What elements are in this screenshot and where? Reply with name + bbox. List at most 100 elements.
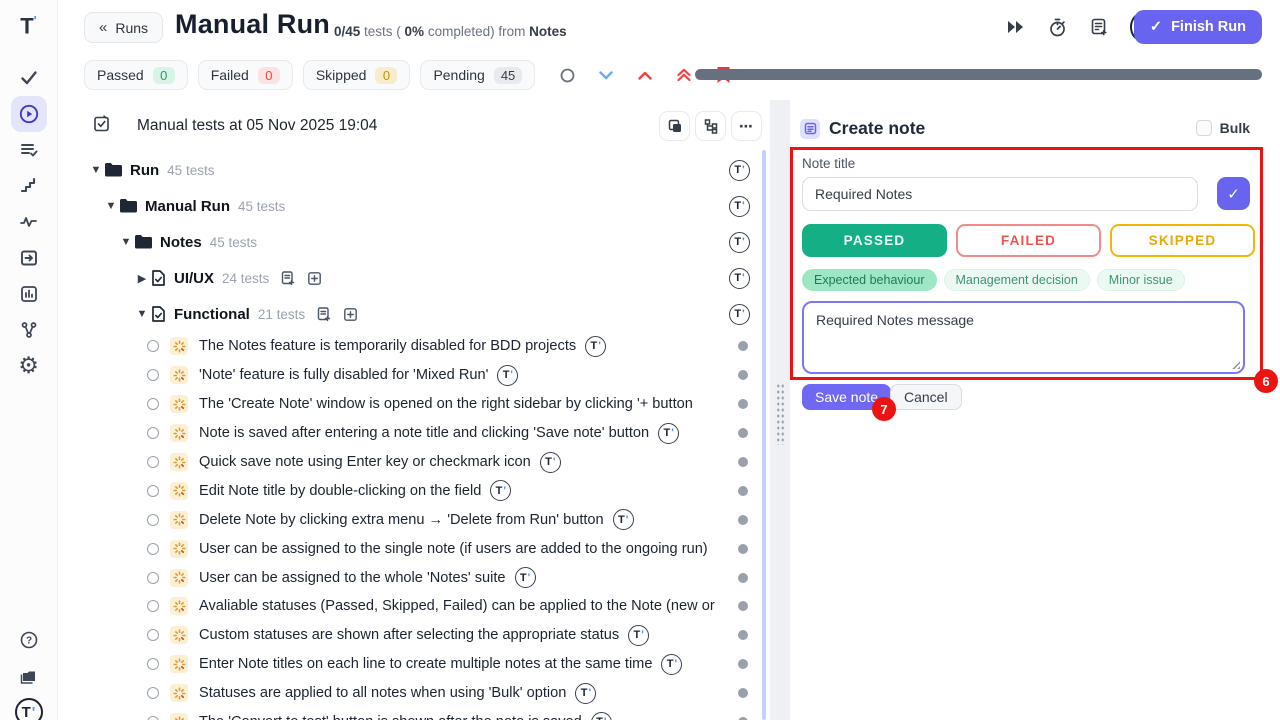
chevron-up-icon[interactable] xyxy=(637,67,653,83)
bulk-toggle[interactable]: Bulk xyxy=(1196,120,1250,136)
chevron-right-icon[interactable]: ▶ xyxy=(134,272,150,285)
filter-failed[interactable]: Failed 0 xyxy=(198,60,293,90)
back-to-runs-button[interactable]: « Runs xyxy=(84,12,163,43)
test-status-radio[interactable] xyxy=(147,572,159,584)
testomat-badge[interactable]: T' xyxy=(515,567,536,588)
test-row[interactable]: Enter Note titles on each line to create… xyxy=(84,650,762,679)
testomat-badge[interactable]: T' xyxy=(628,625,649,646)
tree-folder-run[interactable]: ▼ Run 45 tests T' xyxy=(84,152,762,188)
divider-drag-handle[interactable] xyxy=(776,383,785,445)
test-status-dot[interactable] xyxy=(738,341,748,351)
chevron-down-icon[interactable]: ▼ xyxy=(88,164,104,176)
help-icon[interactable]: ? xyxy=(11,622,47,658)
test-status-dot[interactable] xyxy=(738,630,748,640)
testomat-badge[interactable]: T' xyxy=(497,365,518,386)
test-row[interactable]: The 'Convert to test' button is shown af… xyxy=(84,708,762,720)
test-plan-icon[interactable] xyxy=(11,132,47,168)
chevron-down-icon[interactable] xyxy=(598,67,614,83)
import-icon[interactable] xyxy=(11,240,47,276)
test-status-dot[interactable] xyxy=(738,573,748,583)
test-row[interactable]: User can be assigned to the single note … xyxy=(84,534,762,563)
filter-skipped[interactable]: Skipped 0 xyxy=(303,60,411,90)
chevron-down-icon[interactable]: ▼ xyxy=(103,200,119,212)
testomat-badge[interactable]: T' xyxy=(729,160,750,181)
status-failed-button[interactable]: FAILED xyxy=(956,224,1101,257)
test-row[interactable]: Note is saved after entering a note titl… xyxy=(84,419,762,448)
settings-gear-icon[interactable]: ⚙ xyxy=(11,348,47,384)
test-status-dot[interactable] xyxy=(738,659,748,669)
copy-run-button[interactable] xyxy=(659,111,690,141)
tag-minor-issue[interactable]: Minor issue xyxy=(1097,269,1185,291)
more-options-button[interactable]: ⋯ xyxy=(731,111,762,141)
activity-pulse-icon[interactable] xyxy=(11,204,47,240)
note-message-textarea[interactable]: Required Notes message xyxy=(802,301,1245,374)
test-status-radio[interactable] xyxy=(147,514,159,526)
test-status-radio[interactable] xyxy=(147,485,159,497)
double-chevron-up-icon[interactable] xyxy=(676,67,692,83)
testomat-badge[interactable]: T' xyxy=(591,712,612,720)
tree-folder-manual-run[interactable]: ▼ Manual Run 45 tests T' xyxy=(84,188,762,224)
status-passed-button[interactable]: PASSED xyxy=(802,224,947,257)
test-status-dot[interactable] xyxy=(738,688,748,698)
tree-scrollbar[interactable] xyxy=(762,150,766,720)
test-status-radio[interactable] xyxy=(147,340,159,352)
test-row[interactable]: The 'Create Note' window is opened on th… xyxy=(84,390,762,419)
tag-management-decision[interactable]: Management decision xyxy=(944,269,1090,291)
tree-suite-functional[interactable]: ▼ Functional 21 tests T' xyxy=(84,296,762,332)
test-row[interactable]: User can be assigned to the whole 'Notes… xyxy=(84,563,762,592)
test-status-dot[interactable] xyxy=(738,428,748,438)
timer-icon[interactable] xyxy=(1046,16,1068,38)
note-title-input[interactable] xyxy=(802,177,1198,211)
test-status-dot[interactable] xyxy=(738,399,748,409)
testomat-badge[interactable]: T' xyxy=(661,654,682,675)
branches-icon[interactable] xyxy=(11,312,47,348)
test-status-radio[interactable] xyxy=(147,398,159,410)
tree-view-button[interactable] xyxy=(695,111,726,141)
test-row[interactable]: Statuses are applied to all notes when u… xyxy=(84,679,762,708)
test-status-dot[interactable] xyxy=(738,370,748,380)
testomat-badge[interactable]: T' xyxy=(729,232,750,253)
test-status-radio[interactable] xyxy=(147,427,159,439)
testomat-badge[interactable]: T' xyxy=(490,480,511,501)
tag-expected-behaviour[interactable]: Expected behaviour xyxy=(802,269,937,291)
testomat-badge[interactable]: T' xyxy=(658,423,679,444)
suite-add-test-icon[interactable] xyxy=(343,307,358,322)
testomat-badge[interactable]: T' xyxy=(729,268,750,289)
chevron-down-icon[interactable]: ▼ xyxy=(118,236,134,248)
projects-folder-icon[interactable] xyxy=(11,658,47,694)
test-row[interactable]: 'Note' feature is fully disabled for 'Mi… xyxy=(84,361,762,390)
filter-pending[interactable]: Pending 45 xyxy=(420,60,535,90)
steps-icon[interactable] xyxy=(11,168,47,204)
suite-note-icon[interactable] xyxy=(280,270,296,286)
testomat-badge[interactable]: T' xyxy=(729,304,750,325)
cancel-button[interactable]: Cancel xyxy=(890,384,962,410)
test-status-dot[interactable] xyxy=(738,601,748,611)
add-note-icon[interactable] xyxy=(1088,16,1110,38)
test-row[interactable]: Delete Note by clicking extra menu → 'De… xyxy=(84,505,762,534)
chevron-down-icon[interactable]: ▼ xyxy=(134,308,150,320)
runs-play-icon[interactable] xyxy=(11,96,47,132)
account-logo-icon[interactable]: T' xyxy=(11,694,47,720)
testomat-badge[interactable]: T' xyxy=(585,336,606,357)
finish-run-button[interactable]: ✓ Finish Run xyxy=(1134,10,1262,44)
bulk-checkbox[interactable] xyxy=(1196,120,1212,136)
analytics-icon[interactable] xyxy=(11,276,47,312)
filter-passed[interactable]: Passed 0 xyxy=(84,60,188,90)
unexecuted-circle-icon[interactable] xyxy=(559,67,575,83)
tree-suite-uiux[interactable]: ▶ UI/UX 24 tests T' xyxy=(84,260,762,296)
quick-save-check-button[interactable]: ✓ xyxy=(1217,177,1250,210)
test-row[interactable]: Edit Note title by double-clicking on th… xyxy=(84,476,762,505)
test-status-radio[interactable] xyxy=(147,456,159,468)
test-status-radio[interactable] xyxy=(147,369,159,381)
test-status-radio[interactable] xyxy=(147,687,159,699)
fast-forward-icon[interactable] xyxy=(1004,16,1026,38)
testomat-badge[interactable]: T' xyxy=(540,452,561,473)
test-row[interactable]: The Notes feature is temporarily disable… xyxy=(84,332,762,361)
test-row[interactable]: Custom statuses are shown after selectin… xyxy=(84,621,762,650)
test-status-radio[interactable] xyxy=(147,600,159,612)
testomat-badge[interactable]: T' xyxy=(613,509,634,530)
test-status-dot[interactable] xyxy=(738,544,748,554)
tests-check-icon[interactable] xyxy=(11,60,47,96)
test-status-dot[interactable] xyxy=(738,457,748,467)
test-row[interactable]: Avaliable statuses (Passed, Skipped, Fai… xyxy=(84,592,762,621)
